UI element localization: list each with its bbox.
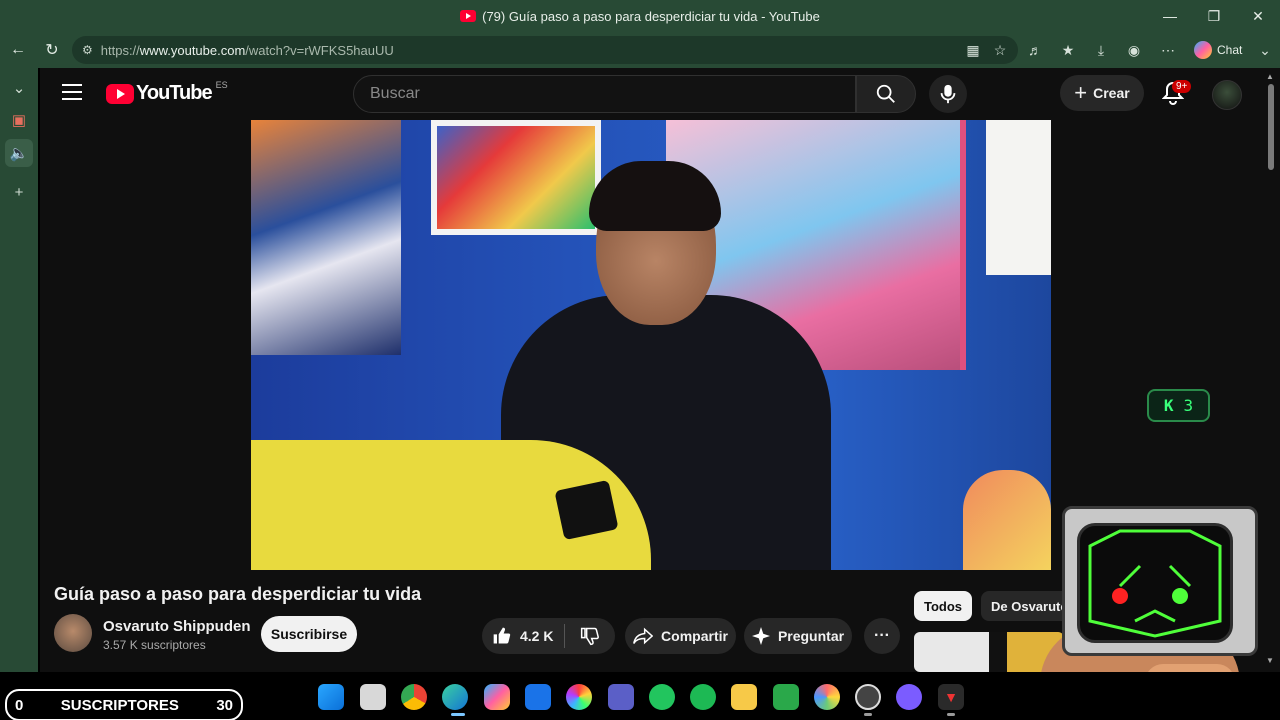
tv-head-icon: [1062, 506, 1258, 656]
favorite-star-icon[interactable]: ☆: [987, 36, 1013, 64]
search-icon: [876, 84, 895, 103]
add-icon[interactable]: +: [5, 178, 33, 206]
chat-label: Chat: [1217, 43, 1243, 57]
teams-icon[interactable]: [608, 684, 634, 710]
photos-icon[interactable]: [814, 684, 840, 710]
spotify-icon[interactable]: [690, 684, 716, 710]
file-explorer-icon[interactable]: [731, 684, 757, 710]
video-frame-lamp: [963, 470, 1051, 570]
close-icon[interactable]: ✕: [1236, 0, 1280, 32]
video-frame-memo: [986, 120, 1051, 275]
thumbs-down-icon: [580, 627, 599, 646]
dislike-button[interactable]: [565, 626, 615, 646]
more-options-icon[interactable]: ⋯: [1155, 36, 1181, 64]
obs-icon[interactable]: [566, 684, 592, 710]
microphone-icon: [940, 84, 956, 104]
streaming-app-icon[interactable]: ▼: [938, 684, 964, 710]
outlook-icon[interactable]: [525, 684, 551, 710]
scrollbar-thumb[interactable]: [1268, 84, 1274, 170]
app-indicator: [864, 713, 872, 716]
profile-icon[interactable]: ◉: [1121, 36, 1147, 64]
windows-taskbar: 0 SUSCRIPTORES 30 ▼: [0, 672, 1280, 720]
chevron-down-icon[interactable]: ⌄: [1252, 36, 1278, 64]
recorder-icon[interactable]: [855, 684, 881, 710]
youtube-favicon-icon: [460, 10, 477, 22]
maximize-icon[interactable]: ❐: [1192, 0, 1236, 32]
channel-avatar[interactable]: [54, 614, 92, 652]
telegram-icon[interactable]: [649, 684, 675, 710]
more-actions-button[interactable]: ···: [864, 618, 900, 654]
spreadsheet-icon[interactable]: [773, 684, 799, 710]
copilot-icon: [1194, 41, 1212, 59]
url-text: https://www.youtube.com/watch?v=rWFKS5ha…: [100, 42, 394, 58]
sparkle-icon: [751, 627, 770, 645]
active-app-indicator: [451, 713, 465, 716]
ask-button[interactable]: Preguntar: [744, 618, 852, 654]
subscriber-counter-overlay: 0 SUSCRIPTORES 30: [5, 689, 243, 720]
chat-app-icon[interactable]: [896, 684, 922, 710]
read-aloud-icon[interactable]: ♬: [1022, 36, 1048, 64]
subscribe-button[interactable]: Suscribirse: [261, 616, 357, 652]
speaker-icon[interactable]: 🔈: [5, 139, 33, 167]
task-view-icon[interactable]: [360, 684, 386, 710]
scroll-up-icon[interactable]: ▲: [1266, 72, 1274, 81]
window-title-bar: (79) Guía paso a paso para desperdiciar …: [0, 0, 1280, 32]
chevron-down-icon[interactable]: ⌄: [5, 74, 33, 102]
search-button[interactable]: [856, 75, 916, 113]
menu-icon[interactable]: [62, 84, 82, 102]
account-avatar[interactable]: [1212, 80, 1242, 110]
subscriber-count: 3.57 K suscriptores: [103, 638, 206, 652]
chip-all[interactable]: Todos: [914, 591, 973, 621]
window-title: (79) Guía paso a paso para desperdiciar …: [482, 8, 820, 24]
edge-sidebar: ⌄ ▣ 🔈 +: [0, 68, 38, 672]
like-count: 4.2 K: [520, 628, 554, 644]
youtube-logo[interactable]: YouTube ES: [106, 80, 228, 105]
minimize-icon[interactable]: —: [1148, 0, 1192, 32]
youtube-header: YouTube ES + Crear 9+: [40, 68, 1262, 120]
copilot-chat-button[interactable]: Chat: [1188, 37, 1252, 63]
share-icon: [633, 627, 654, 645]
address-bar[interactable]: ⚙ https://www.youtube.com/watch?v=rWFKS5…: [72, 36, 1018, 64]
browser-toolbar: ← ↻ ⚙ https://www.youtube.com/watch?v=rW…: [0, 32, 1280, 68]
plus-icon: +: [1074, 80, 1088, 105]
video-title: Guía paso a paso para desperdiciar tu vi…: [54, 584, 422, 604]
downloads-icon[interactable]: ⤓: [1088, 36, 1114, 64]
search-box[interactable]: [353, 75, 856, 113]
create-button[interactable]: + Crear: [1060, 75, 1144, 111]
edge-icon[interactable]: [442, 684, 468, 710]
shopping-icon[interactable]: ▣: [5, 106, 33, 134]
video-player[interactable]: [251, 120, 1051, 570]
stream-counter-overlay: K 3: [1147, 389, 1210, 422]
share-button[interactable]: Compartir: [625, 618, 736, 654]
copilot-icon[interactable]: [484, 684, 510, 710]
reload-icon[interactable]: ↻: [38, 36, 66, 64]
app-indicator: [947, 713, 955, 716]
site-info-icon[interactable]: ⚙: [82, 43, 93, 57]
voice-search-button[interactable]: [929, 75, 967, 113]
chrome-icon[interactable]: [401, 684, 427, 710]
back-arrow-icon[interactable]: ←: [4, 36, 32, 64]
start-icon[interactable]: [318, 684, 344, 710]
youtube-play-icon: [106, 83, 134, 104]
search-input[interactable]: [370, 85, 855, 103]
thumbs-up-icon: [493, 627, 511, 644]
notification-badge: 9+: [1172, 80, 1192, 93]
channel-name[interactable]: Osvaruto Shippuden: [103, 618, 251, 635]
like-button[interactable]: 4.2 K: [482, 626, 564, 646]
favorites-icon[interactable]: ★: [1055, 36, 1081, 64]
app-available-icon[interactable]: ▦: [960, 36, 986, 64]
like-dislike-group: 4.2 K: [482, 618, 615, 654]
video-frame-poster: [251, 120, 401, 355]
